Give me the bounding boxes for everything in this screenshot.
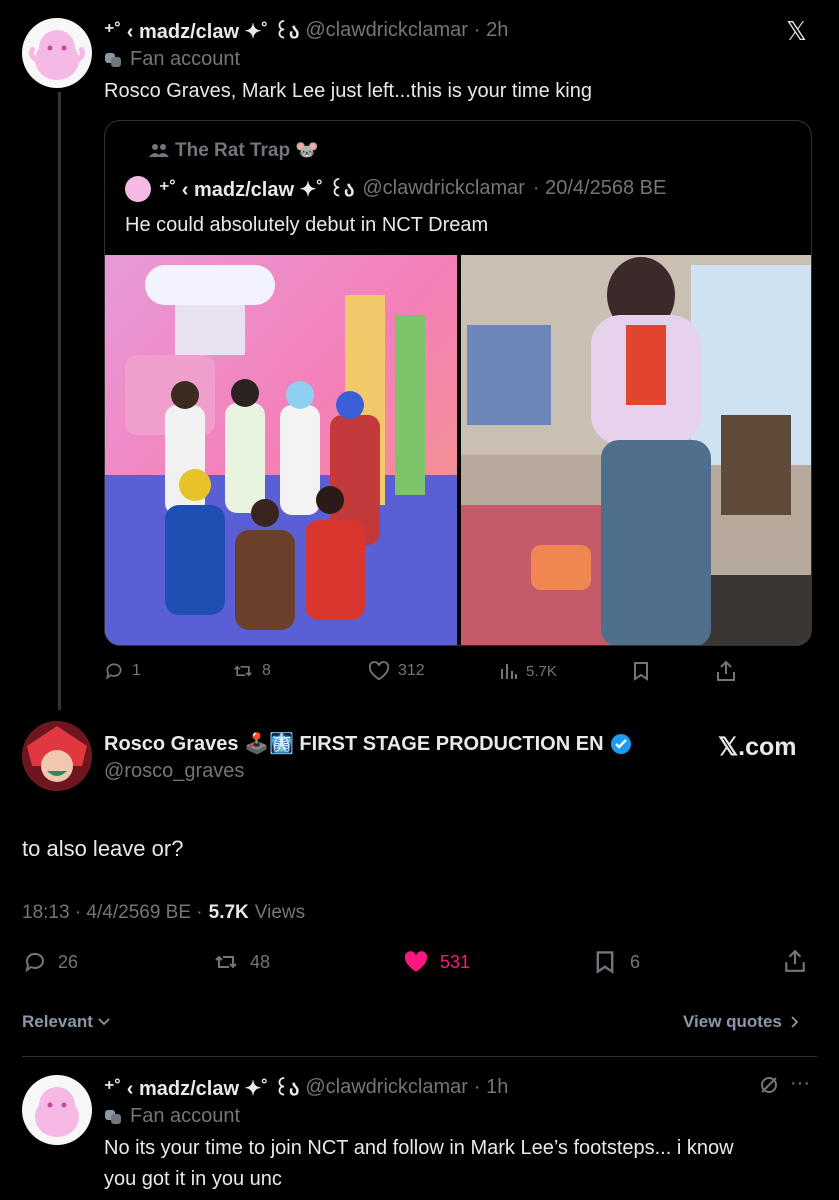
reply-count: 1 <box>132 662 141 679</box>
main-author-handle[interactable]: @rosco_graves <box>104 760 244 783</box>
sort-label: Relevant <box>22 1012 93 1031</box>
views-total: 5.7K <box>208 902 249 923</box>
like-button[interactable]: 312 <box>368 661 425 681</box>
views-label: Views <box>254 902 306 923</box>
main-repost-button[interactable]: 48 <box>212 950 270 974</box>
theater-masks-icon <box>104 1109 122 1125</box>
quote-author-handle: @clawdrickclamar <box>362 177 525 199</box>
share-icon <box>716 660 736 682</box>
thread-line <box>58 92 61 710</box>
repost-icon <box>232 661 254 681</box>
bookmark-icon <box>632 661 650 681</box>
theater-masks-icon <box>104 52 122 68</box>
author-handle[interactable]: @clawdrickclamar <box>305 19 468 42</box>
heart-filled-icon <box>402 950 430 974</box>
repost-button[interactable]: 8 <box>232 661 271 681</box>
post-timestamp[interactable]: 18:13 · 4/4/2569 BE · <box>22 902 203 924</box>
reply-icon <box>104 661 124 681</box>
quote-author-name: ⁺˚ ‹ madz/claw ✦˚ ꒰ა <box>159 179 355 201</box>
x-logo-watermark: 𝕏.com <box>718 733 797 761</box>
post-time[interactable]: · 2h <box>474 19 508 42</box>
chevron-right-icon <box>790 1015 800 1029</box>
sort-dropdown[interactable]: Relevant <box>22 1012 111 1032</box>
reply-text-line1: No its your time to join NCT and follow … <box>104 1137 734 1159</box>
main-share-button[interactable] <box>784 949 806 973</box>
author-name[interactable]: ⁺˚ ‹ madz/claw ✦˚ ꒰ა <box>104 17 299 44</box>
bar-chart-icon <box>500 661 518 681</box>
heart-icon <box>368 661 390 681</box>
bookmark-icon <box>594 950 616 974</box>
view-quotes-label: View quotes <box>683 1012 782 1031</box>
main-repost-count: 48 <box>250 951 271 972</box>
group-photo[interactable] <box>105 255 457 645</box>
quoted-tweet[interactable]: The Rat Trap 🐭 ⁺˚ ‹ madz/claw ✦˚ ꒰ა @cla… <box>104 120 812 646</box>
view-quotes-link[interactable]: View quotes <box>683 1012 800 1032</box>
reply-avatar[interactable] <box>22 1075 92 1145</box>
grok-icon[interactable] <box>759 1075 779 1100</box>
main-tweet-text: to also leave or? <box>22 836 184 861</box>
views-count: 5.7K <box>526 662 557 680</box>
verified-badge-icon <box>610 733 632 755</box>
reply-account-label: Fan account <box>130 1105 241 1127</box>
reply-text-line2: you got it in you unc <box>104 1168 282 1190</box>
reply-icon <box>22 950 48 974</box>
character-art[interactable] <box>461 255 811 645</box>
views-button[interactable]: 5.7K <box>500 661 557 681</box>
main-like-button[interactable]: 531 <box>402 950 470 974</box>
close-icon[interactable]: 𝕏 <box>786 16 807 47</box>
reply-author-handle[interactable]: @clawdrickclamar <box>305 1076 468 1099</box>
reply-time[interactable]: · 1h <box>474 1076 508 1099</box>
repost-icon <box>212 950 240 974</box>
tweet-text: Rosco Graves, Mark Lee just left...this … <box>104 80 592 102</box>
community-icon <box>149 142 169 158</box>
account-label: Fan account <box>130 48 241 70</box>
main-bookmark-count: 6 <box>630 951 641 972</box>
main-reply-count: 26 <box>58 951 79 972</box>
reply-button[interactable]: 1 <box>104 661 141 681</box>
community-name[interactable]: The Rat Trap 🐭 <box>175 138 319 162</box>
main-author-name[interactable]: Rosco Graves 🕹️🩻 FIRST STAGE PRODUCTION … <box>104 731 604 756</box>
divider <box>22 1056 817 1057</box>
rosco-avatar[interactable] <box>22 721 92 791</box>
like-count: 312 <box>398 662 425 679</box>
quote-avatar <box>125 175 151 202</box>
main-like-count: 531 <box>440 951 471 972</box>
quote-text: He could absolutely debut in NCT Dream <box>125 214 489 236</box>
quote-date: · 20/4/2568 BE <box>532 177 667 199</box>
reply-author-name[interactable]: ⁺˚ ‹ madz/claw ✦˚ ꒰ა <box>104 1074 299 1101</box>
madz-avatar[interactable] <box>22 18 92 88</box>
bookmark-button[interactable] <box>632 661 650 681</box>
share-icon <box>784 949 806 973</box>
share-button[interactable] <box>716 660 736 682</box>
more-options-icon[interactable]: ··· <box>790 1072 810 1095</box>
chevron-down-icon <box>97 1017 111 1027</box>
main-reply-button[interactable]: 26 <box>22 950 78 974</box>
main-bookmark-button[interactable]: 6 <box>594 950 640 974</box>
repost-count: 8 <box>262 662 271 679</box>
